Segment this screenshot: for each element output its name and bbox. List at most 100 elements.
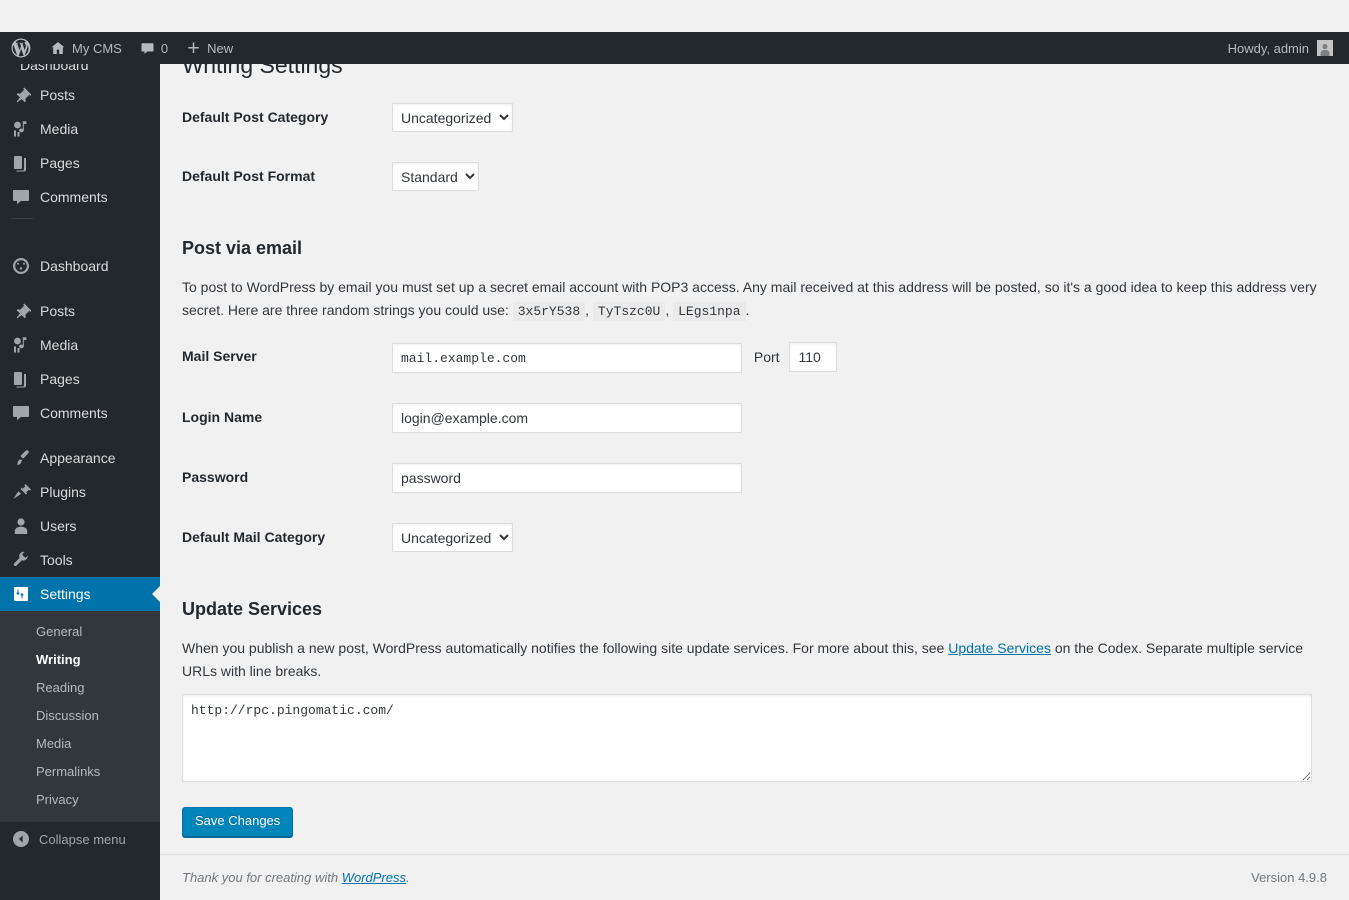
site-name-button[interactable]: My CMS: [41, 32, 131, 64]
post-via-email-title: Post via email: [182, 238, 303, 258]
sidebar-item-label: Media: [40, 121, 79, 137]
submenu-item-general[interactable]: General: [0, 618, 160, 646]
sidebar-item-users[interactable]: Users: [0, 509, 160, 543]
port-input[interactable]: [789, 341, 838, 372]
default-post-category-select[interactable]: Uncategorized: [392, 103, 513, 132]
media-icon: [11, 119, 31, 139]
random-string-2: TyTszc0U: [592, 301, 666, 321]
avatar: [1317, 40, 1333, 56]
admin-footer: Thank you for creating with WordPress. V…: [160, 854, 1349, 900]
wordpress-link[interactable]: WordPress: [342, 870, 406, 885]
page-title: Writing Settings: [182, 64, 343, 78]
default-post-category-label: Default Post Category: [182, 109, 329, 125]
sidebar-item-label: Pages: [40, 155, 80, 171]
page-top-background: [0, 0, 1349, 32]
submenu-item-reading[interactable]: Reading: [0, 674, 160, 702]
sidebar-item-label: Settings: [40, 586, 91, 602]
sidebar-item-comments-2[interactable]: Comments: [0, 396, 160, 430]
dashboard-gauge-icon: [11, 256, 31, 276]
sidebar-item-settings[interactable]: Settings: [0, 577, 160, 611]
wrench-icon: [11, 550, 31, 570]
mail-server-input[interactable]: [392, 343, 742, 374]
sidebar-item-comments[interactable]: Comments: [0, 180, 160, 214]
submenu-item-writing[interactable]: Writing: [0, 646, 160, 674]
row-default-mail-category: Default Mail Category Uncategorized: [182, 508, 1327, 567]
save-changes-button[interactable]: Save Changes: [182, 807, 294, 838]
admin-bar-left: My CMS 0 New: [0, 32, 242, 64]
admin-bar-right: Howdy, admin: [1220, 32, 1349, 64]
collapse-menu-button[interactable]: Collapse menu: [0, 822, 160, 856]
settings-submenu: General Writing Reading Discussion Media…: [0, 611, 160, 822]
account-menu-button[interactable]: Howdy, admin: [1220, 32, 1341, 64]
new-label: New: [207, 40, 234, 56]
mail-server-label: Mail Server: [182, 347, 257, 364]
row-login-name: Login Name: [182, 388, 1327, 448]
submenu-item-privacy[interactable]: Privacy: [0, 786, 160, 814]
howdy-label: Howdy, admin: [1227, 40, 1309, 56]
home-icon: [51, 42, 65, 54]
ping-sites-textarea[interactable]: [182, 694, 1312, 783]
pin-icon: [11, 85, 31, 105]
comment-bubble-icon: [141, 42, 154, 54]
sidebar-item-label: Posts: [40, 87, 76, 103]
password-label: Password: [182, 469, 249, 486]
sidebar-item-pages[interactable]: Pages: [0, 146, 160, 180]
footer-thanks-after: .: [406, 870, 410, 885]
sidebar-item-label: Appearance: [40, 450, 116, 466]
sidebar-item-label: Plugins: [40, 484, 86, 500]
login-name-input[interactable]: [392, 403, 742, 434]
sidebar-item-label: Comments: [40, 189, 108, 205]
sidebar-item-label: Comments: [40, 405, 108, 421]
footer-thanks: Thank you for creating with WordPress.: [182, 870, 410, 885]
sidebar-item-plugins[interactable]: Plugins: [0, 475, 160, 509]
submenu-item-media[interactable]: Media: [0, 730, 160, 758]
sidebar-item-posts[interactable]: Posts: [0, 78, 160, 112]
main-content-area: Writing Settings Default Post Category U…: [160, 64, 1349, 900]
sidebar-item-posts-2[interactable]: Posts: [0, 294, 160, 328]
sidebar-item-label: Dashboard: [40, 258, 109, 274]
collapse-arrow-icon: [13, 831, 29, 847]
pages-icon: [11, 153, 31, 173]
submenu-item-discussion[interactable]: Discussion: [0, 702, 160, 730]
user-icon: [11, 516, 31, 536]
row-default-post-category: Default Post Category Uncategorized: [182, 88, 1327, 147]
wordpress-logo-icon: [11, 38, 31, 58]
plug-icon: [11, 482, 31, 502]
admin-sidebar-menu: Dashboard Posts Media Pages Comments Das…: [0, 32, 160, 900]
sidebar-scroll-region: Posts Media Pages Comments Dashboard Pos…: [0, 78, 160, 856]
paintbrush-icon: [11, 448, 31, 468]
footer-thanks-before: Thank you for creating with: [182, 870, 342, 885]
wordpress-logo-button[interactable]: [0, 32, 41, 64]
row-default-post-format: Default Post Format Standard: [182, 147, 1327, 206]
sidebar-item-tools[interactable]: Tools: [0, 543, 160, 577]
port-label: Port: [753, 348, 780, 365]
update-services-description: When you publish a new post, WordPress a…: [182, 637, 1327, 682]
sidebar-item-dashboard[interactable]: Dashboard: [0, 249, 160, 283]
sidebar-item-media-2[interactable]: Media: [0, 328, 160, 362]
update-services-codex-link[interactable]: Update Services: [948, 640, 1051, 656]
comments-count: 0: [160, 40, 169, 56]
sidebar-item-pages-2[interactable]: Pages: [0, 362, 160, 396]
sidebar-item-label: Media: [40, 337, 79, 353]
period: .: [745, 301, 750, 318]
post-via-email-form-table: Mail Server Port Login Name Password: [182, 327, 1327, 568]
default-post-format-select[interactable]: Standard: [392, 162, 479, 191]
row-password: Password: [182, 448, 1327, 508]
comments-button[interactable]: 0: [131, 32, 177, 64]
new-content-button[interactable]: New: [177, 32, 242, 64]
submenu-item-permalinks[interactable]: Permalinks: [0, 758, 160, 786]
pin-icon: [11, 301, 31, 321]
sidebar-item-media[interactable]: Media: [0, 112, 160, 146]
comma-1: ,: [585, 301, 590, 318]
sidebar-separator-1: [0, 218, 160, 223]
sidebar-item-label: Users: [40, 518, 77, 534]
default-mail-category-select[interactable]: Uncategorized: [392, 523, 513, 553]
random-string-1: 3x5rY538: [512, 301, 586, 321]
footer-version: Version 4.9.8: [1251, 870, 1327, 885]
login-name-label: Login Name: [182, 409, 263, 426]
settings-sliders-icon: [11, 584, 31, 604]
password-input[interactable]: [392, 463, 742, 494]
media-icon: [11, 335, 31, 355]
sidebar-item-appearance[interactable]: Appearance: [0, 441, 160, 475]
site-name-label: My CMS: [72, 40, 122, 56]
